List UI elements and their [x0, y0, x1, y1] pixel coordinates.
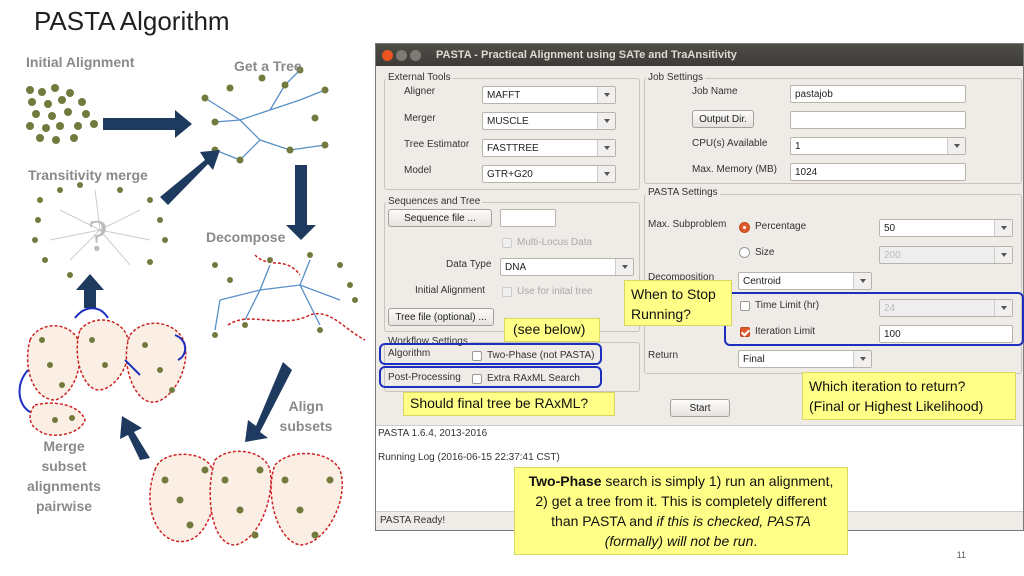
- merger-label: Merger: [404, 113, 436, 124]
- initial-alignment-dots: [26, 84, 98, 144]
- label-decompose: Decompose: [206, 229, 286, 245]
- use-initial-tree-checkbox[interactable]: [502, 287, 512, 297]
- data-type-label: Data Type: [446, 259, 492, 270]
- model-select[interactable]: GTR+G20: [482, 165, 616, 183]
- multilocus-label: Multi-Locus Data: [517, 237, 593, 248]
- job-settings-title: Job Settings: [646, 72, 706, 83]
- output-dir-button[interactable]: Output Dir.: [692, 110, 754, 128]
- callout-see-below: (see below): [504, 318, 600, 342]
- job-name-field[interactable]: pastajob: [790, 85, 966, 103]
- pasta-settings-title: PASTA Settings: [646, 187, 720, 198]
- memory-label: Max. Memory (MB): [692, 164, 777, 175]
- multilocus-checkbox[interactable]: [502, 238, 512, 248]
- sequence-file-button[interactable]: Sequence file ...: [388, 209, 492, 227]
- percentage-select[interactable]: 50: [879, 219, 1013, 237]
- percentage-label: Percentage: [755, 221, 807, 232]
- label-initial-alignment: Initial Alignment: [26, 54, 135, 70]
- output-dir-field[interactable]: [790, 111, 966, 129]
- chevron-down-icon: [597, 140, 615, 156]
- aligner-select[interactable]: MAFFT: [482, 86, 616, 104]
- use-initial-tree-label: Use for inital tree: [517, 286, 593, 297]
- return-select[interactable]: Final: [738, 350, 872, 368]
- label-align-subsets: Align subsets: [279, 398, 333, 434]
- chevron-down-icon: [994, 247, 1012, 263]
- job-name-label: Job Name: [692, 86, 738, 97]
- merge-cluster: [26, 319, 187, 436]
- percentage-radio[interactable]: [739, 222, 750, 233]
- external-tools-title: External Tools: [386, 72, 453, 83]
- label-transitivity-merge: Transitivity merge: [28, 167, 148, 183]
- chevron-down-icon: [853, 351, 871, 367]
- highlight-algorithm: [379, 343, 602, 365]
- two-phase-end: .: [753, 533, 758, 549]
- two-phase-bold: Two-Phase: [528, 473, 602, 489]
- page-number: 11: [956, 550, 966, 560]
- label-get-a-tree: Get a Tree: [234, 58, 302, 74]
- aligner-label: Aligner: [404, 86, 436, 97]
- label-merge-pairwise: Merge subset alignments pairwise: [27, 438, 101, 514]
- tree-decompose: [214, 259, 341, 331]
- cpus-select[interactable]: 1: [790, 137, 966, 155]
- cpus-label: CPU(s) Available: [692, 138, 768, 149]
- chevron-down-icon: [947, 138, 965, 154]
- window-titlebar: PASTA - Practical Alignment using SATe a…: [376, 44, 1023, 66]
- size-label: Size: [755, 247, 775, 258]
- tree-file-button[interactable]: Tree file (optional) ...: [388, 308, 494, 326]
- sequence-file-field[interactable]: [500, 209, 556, 227]
- running-log-text: Running Log (2016-06-15 22:37:41 CST): [378, 452, 560, 463]
- chevron-down-icon: [597, 166, 615, 182]
- maximize-icon[interactable]: [410, 49, 421, 61]
- minimize-icon[interactable]: [396, 49, 407, 61]
- initial-alignment-label: Initial Alignment: [415, 285, 486, 296]
- callout-which-iteration: Which iteration to return? (Final or Hig…: [802, 372, 1016, 420]
- decomposition-select[interactable]: Centroid: [738, 272, 872, 290]
- merger-select[interactable]: MUSCLE: [482, 112, 616, 130]
- chevron-down-icon: [597, 87, 615, 103]
- version-text: PASTA 1.6.4, 2013-2016: [378, 428, 488, 439]
- chevron-down-icon: [994, 220, 1012, 236]
- arrow-to-merge: [120, 416, 150, 460]
- tree-estimator-select[interactable]: FASTTREE: [482, 139, 616, 157]
- start-button[interactable]: Start: [670, 399, 730, 417]
- callout-two-phase: Two-Phase search is simply 1) run an ali…: [514, 467, 848, 555]
- tree-get-a-tree: [204, 69, 326, 161]
- tree-estimator-label: Tree Estimator: [404, 139, 470, 150]
- window-title: PASTA - Practical Alignment using SATe a…: [436, 49, 737, 61]
- max-subproblem-label: Max. Subproblem: [648, 219, 727, 230]
- sequences-title: Sequences and Tree: [386, 196, 483, 207]
- arrow-to-decompose: [286, 165, 316, 240]
- memory-field[interactable]: 1024: [790, 163, 966, 181]
- size-select[interactable]: 200: [879, 246, 1013, 264]
- arrow-to-tree: [103, 110, 192, 138]
- highlight-stop-criteria: [724, 292, 1024, 346]
- return-label: Return: [648, 350, 679, 361]
- question-mark: ?: [88, 211, 108, 260]
- chevron-down-icon: [597, 113, 615, 129]
- size-radio[interactable]: [739, 247, 750, 258]
- data-type-select[interactable]: DNA: [500, 258, 634, 276]
- chevron-down-icon: [615, 259, 633, 275]
- arrow-to-tree-from-merge: [160, 150, 220, 205]
- slide-title: PASTA Algorithm: [34, 6, 230, 36]
- model-label: Model: [404, 165, 432, 176]
- arrow-to-transitivity: [76, 274, 104, 308]
- highlight-post-processing: [379, 366, 602, 388]
- callout-when-to-stop: When to Stop Running?: [624, 280, 732, 326]
- callout-final-tree: Should final tree be RAxML?: [403, 392, 615, 416]
- close-icon[interactable]: [382, 49, 393, 61]
- chevron-down-icon: [853, 273, 871, 289]
